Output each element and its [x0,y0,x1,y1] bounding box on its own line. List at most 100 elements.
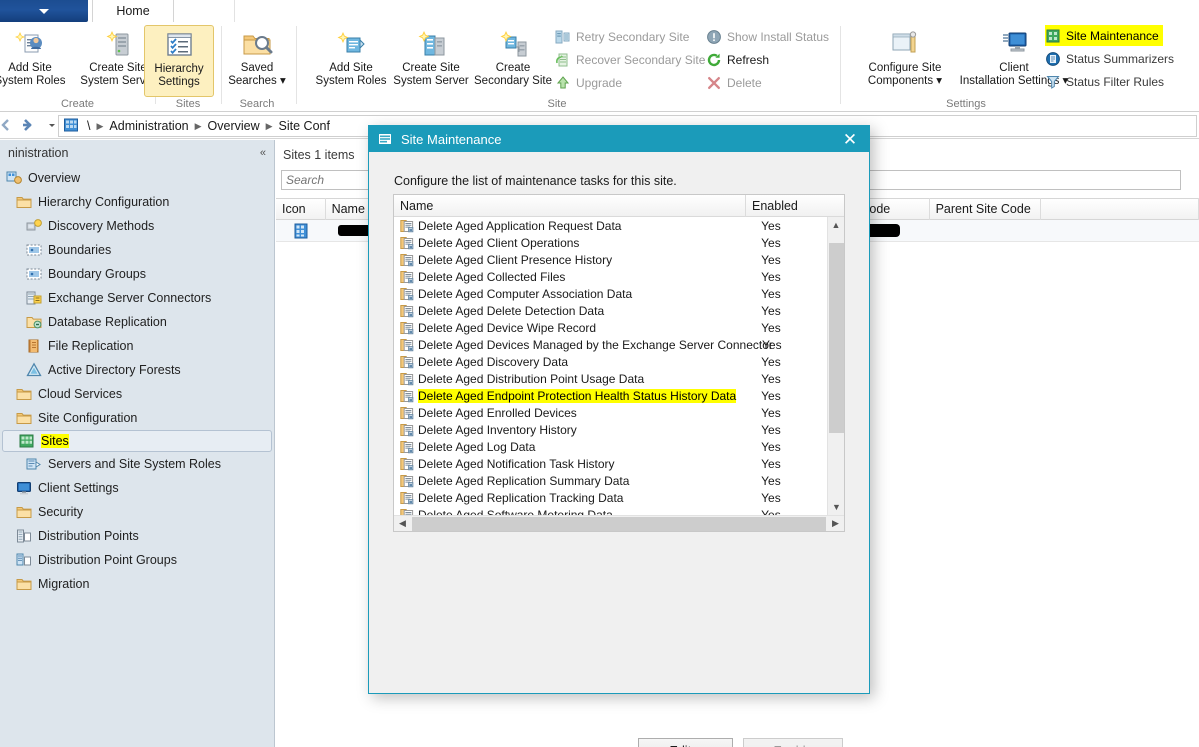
chevron-right-icon[interactable]: ▶ [827,518,844,529]
maintenance-task-row[interactable]: Delete Aged Device Wipe Record Yes [394,319,827,336]
maintenance-task-row[interactable]: Delete Aged Application Request Data Yes [394,217,827,234]
maintenance-task-enabled: Yes [761,507,781,516]
ribbon-group-settings: Configure Site Components ▾ Client Insta… [841,22,1199,112]
maintenance-task-row[interactable]: Delete Aged Endpoint Protection Health S… [394,387,827,404]
ribbon-button-label-line2: Secondary Site [474,75,552,87]
maintenance-task-row[interactable]: Delete Aged Software Metering Data Yes [394,506,827,515]
maintenance-task-row[interactable]: Delete Aged Delete Detection Data Yes [394,302,827,319]
tab-home[interactable]: Home [92,0,174,22]
ribbon-smallbutton-site-maintenance[interactable]: Site Maintenance [1045,25,1163,46]
ribbon-smallbutton-delete[interactable]: Delete [706,72,762,93]
maintenance-task-row[interactable]: Delete Aged Replication Summary Data Yes [394,472,827,489]
maintenance-task-name: Delete Aged Replication Summary Data [418,473,630,488]
ribbon-button-configure-site-components[interactable]: Configure Site Components ▾ [855,25,955,97]
sidebar-item-overview[interactable]: Overview [0,166,274,190]
close-icon[interactable]: ✕ [835,129,865,149]
sidebar-item-exchange-server-connectors[interactable]: Exchange Server Connectors [0,286,274,310]
ribbon-smallbutton-retry-secondary-site[interactable]: Retry Secondary Site [555,26,689,47]
vertical-scroll-thumb[interactable] [829,243,844,433]
maintenance-task-icon [400,304,414,318]
application-menu-button[interactable] [0,0,88,22]
horizontal-scrollbar[interactable]: ◀ ▶ [394,515,844,531]
maintenance-task-name-cell: Delete Aged Distribution Point Usage Dat… [418,372,757,386]
sidebar-item-client-settings[interactable]: Client Settings [0,476,274,500]
maintenance-task-row[interactable]: Delete Aged Collected Files Yes [394,268,827,285]
list-column-enabled[interactable]: Enabled [746,195,829,217]
sidebar-item-boundary-groups[interactable]: Boundary Groups [0,262,274,286]
chevron-down-icon[interactable]: ▼ [828,499,845,515]
sidebar-item-label: Cloud Services [38,387,123,401]
breadcrumb-item-1[interactable]: Administration [109,119,188,133]
maintenance-task-enabled: Yes [761,422,781,437]
grid-column-parent-site-code[interactable]: Parent Site Code [930,198,1041,220]
horizontal-scroll-thumb[interactable] [412,516,826,531]
sidebar-item-discovery-methods[interactable]: Discovery Methods [0,214,274,238]
grid-column-icon[interactable]: Icon [276,198,326,220]
sidebar-item-active-directory-forests[interactable]: Active Directory Forests [0,358,274,382]
maintenance-task-row[interactable]: Delete Aged Notification Task History Yes [394,455,827,472]
maintenance-task-row[interactable]: Delete Aged Computer Association Data Yes [394,285,827,302]
ribbon-smallbutton-refresh[interactable]: Refresh [706,49,769,70]
sidebar-item-file-replication[interactable]: File Replication [0,334,274,358]
breadcrumb-item-3[interactable]: Site Conf [279,119,330,133]
maintenance-task-enabled: Yes [762,337,782,352]
ribbon-smallbutton-recover-secondary-site[interactable]: Recover Secondary Site [555,49,705,70]
recover-secondary-site-icon [555,52,571,68]
chevron-left-icon[interactable]: ◀ [394,518,411,529]
ribbon-button-label-line2: Settings [158,76,200,88]
sidebar-item-cloud-services[interactable]: Cloud Services [0,382,274,406]
list-column-name[interactable]: Name [394,194,746,217]
vertical-scrollbar[interactable]: ▲ ▼ [827,217,844,515]
edit-button[interactable]: Edit... [638,738,733,747]
ribbon-group-label-create: Create [60,98,95,110]
sidebar-item-distribution-points[interactable]: Distribution Points [0,524,274,548]
ribbon-button-label-line2: System Server [393,75,469,87]
grid-column-extra[interactable] [1041,198,1199,220]
breadcrumb-item-0[interactable]: \ [87,119,90,133]
sidebar-item-database-replication[interactable]: Database Replication [0,310,274,334]
folder-icon [16,386,32,402]
breadcrumb-item-2[interactable]: Overview [208,119,260,133]
ribbon-button-create-secondary-site[interactable]: Create Secondary Site [469,25,557,97]
maintenance-task-row[interactable]: Delete Aged Enrolled Devices Yes [394,404,827,421]
chevron-left-icon[interactable]: « [260,147,266,159]
ribbon-button-create-site-system-server-2[interactable]: Create Site System Server [387,25,475,97]
sidebar-item-boundaries[interactable]: Boundaries [0,238,274,262]
maintenance-task-row[interactable]: Delete Aged Inventory History Yes [394,421,827,438]
ribbon-smallbutton-status-filter-rules[interactable]: Status Filter Rules [1045,71,1164,92]
ribbon-button-hierarchy-settings[interactable]: Hierarchy Settings [144,25,214,97]
chevron-up-icon[interactable]: ▲ [828,217,844,233]
maintenance-task-row[interactable]: Delete Aged Client Operations Yes [394,234,827,251]
sidebar-item-label: Site Configuration [38,411,138,425]
maintenance-task-name-cell: Delete Aged Application Request Data [418,219,757,233]
tab-home-label: Home [116,4,150,18]
sidebar-item-migration[interactable]: Migration [0,572,274,596]
ribbon-button-add-site-system-roles[interactable]: Add Site System Roles [0,25,74,97]
maintenance-task-row[interactable]: Delete Aged Client Presence History Yes [394,251,827,268]
ribbon-smallbutton-upgrade[interactable]: Upgrade [555,72,622,93]
ribbon-group-label-search: Search [239,98,275,110]
ribbon-button-add-site-system-roles-2[interactable]: Add Site System Roles [307,25,395,97]
sidebar-item-hierarchy-configuration[interactable]: Hierarchy Configuration [0,190,274,214]
ribbon-button-saved-searches[interactable]: Saved Searches ▾ [213,25,301,97]
forward-button[interactable] [16,115,40,137]
ribbon-button-label-line2: System Roles [315,75,387,87]
dialog-title-bar[interactable]: Site Maintenance ✕ [369,126,869,152]
sidebar-item-security[interactable]: Security [0,500,274,524]
sidebar-item-sites[interactable]: Sites [2,430,272,452]
maintenance-task-row[interactable]: Delete Aged Devices Managed by the Excha… [394,336,827,353]
maintenance-task-row[interactable]: Delete Aged Log Data Yes [394,438,827,455]
maintenance-task-row[interactable]: Delete Aged Distribution Point Usage Dat… [394,370,827,387]
maintenance-task-name-cell: Delete Aged Collected Files [418,270,757,284]
add-site-system-roles-icon [14,28,46,60]
sidebar-item-servers-and-site-system-roles[interactable]: Servers and Site System Roles [0,452,274,476]
folder-icon [16,194,32,210]
ribbon-smallbutton-status-summarizers[interactable]: Status Summarizers [1045,48,1174,69]
sidebar-item-site-configuration[interactable]: Site Configuration [0,406,274,430]
maintenance-task-name: Delete Aged Collected Files [418,269,566,284]
maintenance-task-row[interactable]: Delete Aged Replication Tracking Data Yes [394,489,827,506]
maintenance-task-row[interactable]: Delete Aged Discovery Data Yes [394,353,827,370]
show-install-status-icon [706,29,722,45]
ribbon-smallbutton-show-install-status[interactable]: Show Install Status [706,26,829,47]
sidebar-item-distribution-point-groups[interactable]: Distribution Point Groups [0,548,274,572]
